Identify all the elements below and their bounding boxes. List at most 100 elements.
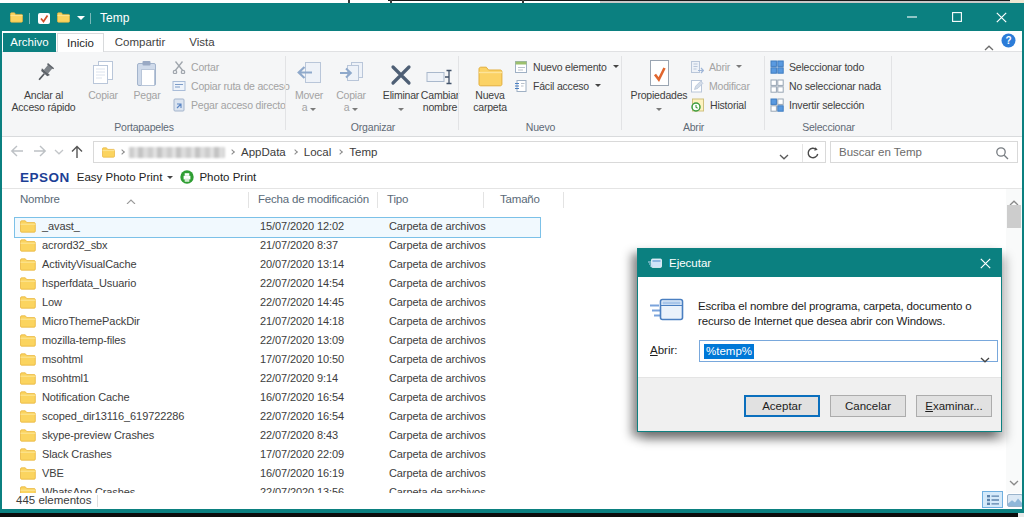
- epson-toolbar: EPSON Easy Photo Print Photo Print: [2, 166, 1022, 189]
- search-box[interactable]: [830, 141, 1018, 163]
- quick-access-properties-icon[interactable]: [37, 12, 51, 25]
- maximize-button[interactable]: [934, 3, 979, 31]
- file-row[interactable]: WhatsApp Crashes 22/07/2020 13:56 Carpet…: [12, 483, 1004, 493]
- epson-logo: EPSON: [20, 170, 70, 185]
- quick-access-newfolder-icon[interactable]: [57, 12, 70, 23]
- cancel-button[interactable]: Cancelar: [830, 395, 906, 417]
- modify-button[interactable]: Modificar: [690, 77, 750, 94]
- file-date: 20/07/2020 13:14: [260, 255, 344, 274]
- pin-to-quickaccess-button[interactable]: Anclar al Acceso rápido: [7, 55, 80, 113]
- delete-button[interactable]: Eliminar: [379, 55, 423, 113]
- file-date: 22/07/2020 16:54: [260, 407, 344, 426]
- folder-icon: [20, 486, 36, 493]
- file-date: 22/07/2020 13:09: [260, 331, 344, 350]
- search-icon[interactable]: [995, 146, 1009, 164]
- new-item-button[interactable]: Nuevo elemento: [514, 58, 619, 75]
- recent-locations-icon[interactable]: [54, 149, 64, 155]
- invert-selection-button[interactable]: Invertir selección: [770, 96, 864, 113]
- paste-button[interactable]: Pegar: [125, 55, 169, 102]
- folder-icon: [20, 258, 36, 271]
- combo-dropdown-icon[interactable]: [980, 349, 990, 367]
- column-header-nombre[interactable]: Nombre: [20, 189, 60, 210]
- details-view-button[interactable]: [982, 491, 1003, 508]
- file-row[interactable]: _avast_ 15/07/2020 12:02 Carpeta de arch…: [12, 217, 1004, 236]
- run-icon: [649, 296, 685, 327]
- epson-menu[interactable]: Easy Photo Print: [77, 171, 163, 183]
- select-none-button[interactable]: No seleccionar nada: [770, 77, 881, 94]
- vertical-scrollbar[interactable]: [1006, 189, 1022, 493]
- up-button[interactable]: [71, 145, 83, 159]
- scrollbar-thumb[interactable]: [1007, 205, 1021, 228]
- folder-icon: [20, 353, 36, 366]
- items-count: 445 elementos: [16, 494, 91, 506]
- photo-print-icon[interactable]: [180, 170, 194, 184]
- file-type: Carpeta de archivos: [389, 331, 486, 350]
- folder-icon: [20, 239, 36, 252]
- column-header-tipo[interactable]: Tipo: [387, 189, 408, 210]
- tab-archivo[interactable]: Archivo: [3, 33, 56, 52]
- column-header-tamano[interactable]: Tamaño: [500, 189, 540, 210]
- group-label-select: Seleccionar: [765, 121, 892, 133]
- column-header-fecha[interactable]: Fecha de modificación: [258, 189, 369, 210]
- copy-to-button[interactable]: Copiar a: [331, 55, 371, 113]
- browse-button[interactable]: Examinar...: [916, 395, 992, 417]
- minimize-button[interactable]: [889, 3, 934, 31]
- copy-path-button[interactable]: Copiar ruta de acceso: [172, 77, 290, 94]
- rename-button[interactable]: Cambiar nombre: [419, 55, 461, 113]
- file-type: Carpeta de archivos: [389, 312, 486, 331]
- window-title: Temp: [100, 11, 129, 25]
- breadcrumb[interactable]: AppData Local Temp: [93, 141, 826, 163]
- quick-access-folder-icon[interactable]: [10, 12, 23, 23]
- run-dialog-close-button[interactable]: [969, 249, 1001, 277]
- file-date: 21/07/2020 14:18: [260, 312, 344, 331]
- copy-button[interactable]: Copiar: [82, 55, 124, 102]
- ribbon-group-organize: Mover a Copiar a Eliminar Cambiar nombre…: [287, 52, 459, 136]
- file-type: Carpeta de archivos: [389, 255, 486, 274]
- help-icon[interactable]: ?: [1001, 33, 1016, 52]
- file-name: skype-preview Crashes: [42, 426, 154, 445]
- move-to-button[interactable]: Mover a: [289, 55, 329, 113]
- svg-text:?: ?: [1005, 35, 1011, 46]
- epson-menu-arrow-icon[interactable]: [167, 176, 173, 179]
- breadcrumb-item[interactable]: Temp: [347, 146, 379, 158]
- epson-photo-print[interactable]: Photo Print: [199, 171, 256, 183]
- tab-compartir[interactable]: Compartir: [106, 33, 174, 52]
- tab-inicio[interactable]: Inicio: [57, 33, 104, 53]
- location-folder-icon: [102, 147, 115, 158]
- open-button[interactable]: Abrir: [690, 58, 742, 75]
- refresh-icon[interactable]: [806, 146, 820, 164]
- run-command-value[interactable]: %temp%: [704, 344, 754, 359]
- forward-button[interactable]: [33, 145, 47, 157]
- run-dialog: Ejecutar Escriba el nombre del programa,…: [637, 248, 1002, 432]
- cut-button[interactable]: Cortar: [172, 58, 219, 75]
- tab-vista[interactable]: Vista: [176, 33, 228, 52]
- easy-access-button[interactable]: Fácil acceso: [514, 77, 601, 94]
- paste-shortcut-button[interactable]: Pegar acceso directo: [172, 96, 286, 113]
- history-button[interactable]: Historial: [690, 96, 746, 113]
- new-folder-button[interactable]: Nueva carpeta: [467, 55, 513, 113]
- close-button[interactable]: [979, 3, 1024, 31]
- address-dropdown-icon[interactable]: [779, 146, 789, 164]
- file-row[interactable]: Slack Crashes 17/07/2020 22:09 Carpeta d…: [12, 445, 1004, 464]
- status-bar: 445 elementos: [2, 493, 1022, 509]
- breadcrumb-item[interactable]: AppData: [239, 146, 288, 158]
- file-type: Carpeta de archivos: [389, 426, 486, 445]
- desktop-screen: Temp Archivo Inicio Compartir Vista ? An…: [0, 0, 1024, 517]
- search-input[interactable]: [839, 144, 989, 160]
- file-row[interactable]: VBE 16/07/2020 16:19 Carpeta de archivos: [12, 464, 1004, 483]
- run-dialog-footer: Aceptar Cancelar Examinar...: [638, 377, 1001, 431]
- properties-button[interactable]: Propiedades: [630, 55, 688, 113]
- file-name: WhatsApp Crashes: [42, 483, 135, 493]
- run-command-combobox[interactable]: %temp%: [699, 340, 998, 362]
- accept-button[interactable]: Aceptar: [744, 395, 820, 417]
- select-all-button[interactable]: Seleccionar todo: [770, 58, 864, 75]
- breadcrumb-separator-icon: [292, 149, 298, 155]
- file-type: Carpeta de archivos: [389, 369, 486, 388]
- breadcrumb-item[interactable]: Local: [302, 146, 334, 158]
- scroll-down-icon[interactable]: [1009, 472, 1019, 490]
- ribbon-group-open: Propiedades Abrir Modificar Historial Ab…: [622, 52, 765, 136]
- file-name: Slack Crashes: [42, 445, 112, 464]
- quick-access-customize-arrow-icon[interactable]: [77, 16, 85, 20]
- back-button[interactable]: [10, 145, 24, 157]
- file-type: Carpeta de archivos: [389, 274, 486, 293]
